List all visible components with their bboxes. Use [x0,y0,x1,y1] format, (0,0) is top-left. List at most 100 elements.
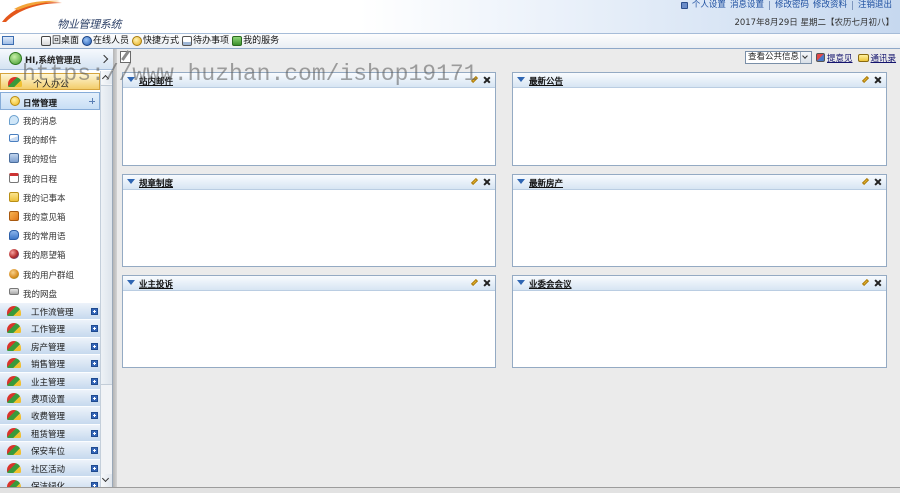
sidebar-item-suggestion-box[interactable]: 我的意见箱 [0,207,100,226]
sidebar-item-wish-box[interactable]: 我的愿望箱 [0,245,100,264]
pencil-icon[interactable] [470,75,479,84]
edit-profile-link[interactable]: 修改资料 [813,0,847,10]
change-password-link[interactable]: 修改密码 [775,0,809,10]
close-icon[interactable] [483,178,491,186]
desktop-workspace: 查看公共信息 提意见 通讯录 站内邮件 最新公告规章制度 最新房产业主投诉 业委会会议 [117,49,900,487]
panel-title[interactable]: 规章制度 [139,177,173,189]
logo[interactable]: 物业管理系统 [0,0,125,33]
sidebar-item-label: 我的用户群组 [23,270,75,281]
scroll-thumb[interactable] [101,85,112,385]
collapse-triangle-icon[interactable] [517,179,525,184]
sidebar-item-mail[interactable]: 我的邮件 [0,130,100,149]
plus-icon[interactable] [91,447,98,455]
shortcuts-button[interactable]: 快捷方式 [132,34,179,48]
collapse-triangle-icon[interactable] [127,179,135,184]
contacts-link[interactable]: 通讯录 [857,52,896,64]
pencil-icon[interactable] [861,177,870,186]
scroll-down-icon[interactable] [101,474,112,487]
pencil-icon[interactable] [470,177,479,186]
my-services-button[interactable]: 我的服务 [232,34,279,48]
sidebar-item-netdisk[interactable]: 我的网盘 [0,284,100,303]
sidebar-item-sms[interactable]: 我的短信 [0,149,100,168]
scroll-up-icon[interactable] [101,71,112,84]
suggestion-link[interactable]: 提意见 [816,52,853,64]
pencil-icon[interactable] [861,278,870,287]
collapse-triangle-icon[interactable] [517,77,525,82]
sidebar-group-billing[interactable]: 收费管理 [0,407,100,425]
panel-title[interactable]: 站内邮件 [139,75,173,87]
chevron-down-icon [800,52,811,63]
sidebar-item-messages[interactable]: 我的消息 [0,111,100,130]
sidebar-group-cleaning-greening[interactable]: 保洁绿化 [0,476,100,487]
sidebar-group-property[interactable]: 房产管理 [0,337,100,356]
plus-icon[interactable] [91,394,98,402]
sidebar-submenu-daily[interactable]: 日常管理 [0,92,100,110]
panel-title[interactable]: 最新房产 [529,177,563,189]
plus-icon[interactable] [91,342,98,350]
chevron-right-icon[interactable] [99,54,109,64]
sidebar-item-label: 我的邮件 [23,136,58,147]
home-icon [41,36,51,46]
plus-icon[interactable] [91,325,98,333]
close-icon[interactable] [874,178,882,186]
sidebar-group-workflow[interactable]: 工作流管理 [0,303,100,321]
toolbar: 回桌面 在线人员 快捷方式 待办事项 我的服务 [0,33,900,49]
expand-icon[interactable] [89,98,95,104]
sidebar-group-fee-items[interactable]: 费项设置 [0,389,100,408]
plus-icon[interactable] [91,412,98,420]
close-icon[interactable] [874,279,882,287]
sidebar-group-label: 工作流管理 [31,308,74,318]
sidebar-item-user-groups[interactable]: 我的用户群组 [0,265,100,284]
sidebar-item-label: 我的常用语 [23,232,66,243]
sidebar-group-leasing[interactable]: 租赁管理 [0,424,100,443]
sidebar-item-phrases[interactable]: 我的常用语 [0,226,100,245]
disk-icon [9,287,19,295]
plus-icon[interactable] [91,429,98,437]
toolbar-button-label: 待办事项 [193,36,230,46]
todo-button[interactable]: 待办事项 [182,34,229,48]
app-header: 物业管理系统 个人设置 消息设置 修改密码 修改资料 注销退出 2017年8月29日 星… [0,0,900,33]
user-status-icon [9,52,22,65]
sidebar-scrollbar[interactable] [100,71,113,487]
panel-header: 最新公告 [513,73,886,88]
collapse-triangle-icon[interactable] [517,280,525,285]
panel-regulations: 规章制度 [122,174,496,267]
info-filter-select[interactable]: 查看公共信息 [745,51,812,64]
user-info-bar[interactable]: HI,系统管理员 [0,49,113,70]
logout-link[interactable]: 注销退出 [858,0,892,10]
close-icon[interactable] [483,76,491,84]
panel-title[interactable]: 业委会会议 [529,278,572,290]
fan-icon [7,462,21,473]
fan-icon [7,445,21,456]
plus-icon[interactable] [91,464,98,472]
menu-toggle-icon[interactable] [2,36,14,45]
pencil-icon[interactable] [861,75,870,84]
pencil-icon[interactable] [470,278,479,287]
close-icon[interactable] [483,279,491,287]
sidebar-group-label: 社区活动 [31,464,66,475]
collapse-triangle-icon[interactable] [127,280,135,285]
collapse-triangle-icon[interactable] [127,77,135,82]
sidebar-group-owners[interactable]: 业主管理 [0,372,100,390]
panel-title[interactable]: 最新公告 [529,75,563,87]
sidebar-group-work[interactable]: 工作管理 [0,320,100,338]
personal-settings-link[interactable]: 个人设置 [692,0,726,10]
plus-icon[interactable] [91,377,98,385]
plus-icon[interactable] [91,308,98,315]
sidebar-group-community-events[interactable]: 社区活动 [0,459,100,477]
online-users-button[interactable]: 在线人员 [82,34,129,48]
sidebar-group-sales[interactable]: 销售管理 [0,355,100,373]
sidebar-item-notebook[interactable]: 我的记事本 [0,188,100,207]
chat-bubble-icon [9,115,19,125]
sidebar-group-security-parking[interactable]: 保安车位 [0,442,100,460]
plus-icon[interactable] [91,360,98,368]
panel-title[interactable]: 业主投诉 [139,278,173,290]
edit-desktop-icon[interactable] [120,51,131,63]
message-settings-link[interactable]: 消息设置 [730,0,764,10]
fan-icon [7,427,21,438]
sidebar-item-label: 我的记事本 [23,193,66,204]
close-icon[interactable] [874,76,882,84]
sidebar-item-schedule[interactable]: 我的日程 [0,169,100,188]
sidebar-section-personal-office[interactable]: 个人办公 [0,73,100,90]
desktop-button[interactable]: 回桌面 [41,34,79,48]
